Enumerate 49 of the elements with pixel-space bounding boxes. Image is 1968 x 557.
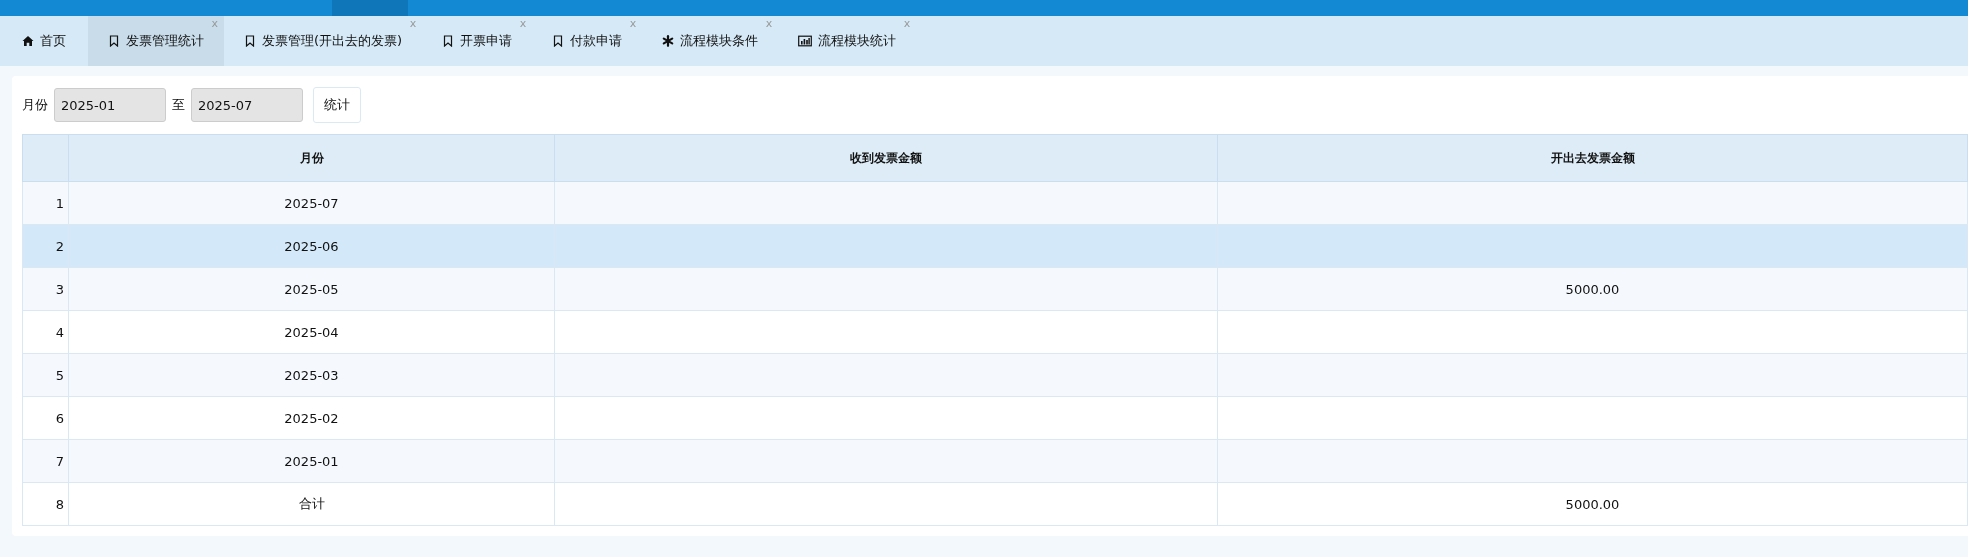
table-cell: 5000.00 <box>1565 281 1620 297</box>
table-row[interactable]: 7 2025-01 <box>22 439 1968 483</box>
row-number: 1 <box>55 195 64 211</box>
row-number: 6 <box>55 410 64 426</box>
table-cell: 合计 <box>298 496 325 511</box>
row-number: 3 <box>55 281 64 297</box>
tab[interactable]: 流程模块统计 x <box>778 16 917 66</box>
table-cell: 2025-02 <box>284 410 339 426</box>
table-cell: 2025-07 <box>284 195 339 211</box>
table-cell: 2025-05 <box>284 281 339 297</box>
tab[interactable]: 流程模块条件 x <box>642 16 779 66</box>
month-label: 月份 <box>22 96 48 114</box>
table-row[interactable]: 8 合计 5000.00 <box>22 482 1968 526</box>
table-cell: 2025-04 <box>284 324 339 340</box>
tab[interactable]: 开票申请 x <box>422 16 533 66</box>
start-month-field[interactable]: 2025-01 <box>54 88 166 122</box>
table-cell: 2025-06 <box>284 238 339 254</box>
table-row[interactable]: 6 2025-02 <box>22 396 1968 440</box>
bookmark-icon <box>244 35 256 47</box>
column-header: 收到发票金额 <box>554 134 1218 182</box>
table-cell: 2025-01 <box>284 453 339 469</box>
asterisk-icon <box>662 35 675 47</box>
bookmark-icon <box>108 35 120 47</box>
table-row[interactable]: 2 2025-06 <box>22 224 1968 268</box>
bookmark-icon <box>442 35 455 47</box>
table-row[interactable]: 3 2025-05 5000.00 <box>22 267 1968 311</box>
header-cell <box>22 134 69 182</box>
table-cell: 2025-03 <box>284 367 339 383</box>
table-cell: 5000.00 <box>1565 496 1620 512</box>
end-month-field[interactable]: 2025-07 <box>191 88 303 122</box>
tab[interactable]: 首页 <box>0 16 88 66</box>
tab[interactable]: 发票管理(开出去的发票) x <box>224 16 423 66</box>
table-row[interactable]: 5 2025-03 <box>22 353 1968 397</box>
row-number: 7 <box>55 453 64 469</box>
bar-chart-icon <box>798 35 813 47</box>
range-separator: 至 <box>172 96 185 114</box>
column-header: 月份 <box>68 134 555 182</box>
table-row[interactable]: 1 2025-07 <box>22 181 1968 225</box>
bookmark-icon <box>552 35 565 47</box>
column-header: 开出去发票金额 <box>1217 134 1968 182</box>
statistics-button[interactable]: 统计 <box>313 87 361 123</box>
row-number: 8 <box>55 496 64 512</box>
row-number: 5 <box>55 367 64 383</box>
tab[interactable]: 付款申请 x <box>532 16 643 66</box>
row-number: 4 <box>55 324 64 340</box>
home-icon <box>22 35 34 47</box>
table-row[interactable]: 4 2025-04 <box>22 310 1968 354</box>
tab[interactable]: 发票管理统计 x <box>88 16 224 66</box>
row-number: 2 <box>55 238 64 254</box>
